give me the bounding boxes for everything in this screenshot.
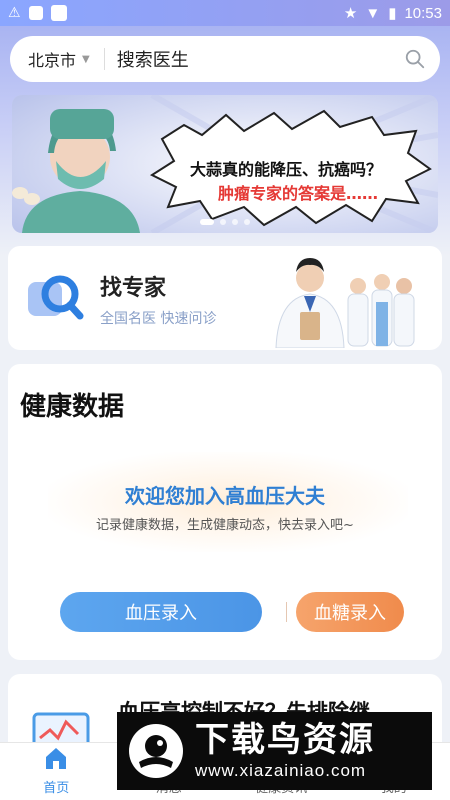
button-divider (286, 602, 287, 622)
watermark: 下载鸟资源 www.xiazainiao.com (117, 712, 432, 790)
blood-sugar-entry-button[interactable]: 血糖录入 (296, 592, 404, 632)
banner-pager[interactable] (12, 219, 438, 225)
pager-dot[interactable] (244, 219, 250, 225)
promo-banner[interactable]: 大蒜真的能降压、抗癌吗？ 肿瘤专家的答案是…… (12, 95, 438, 233)
watermark-logo-icon (129, 724, 183, 778)
city-label: 北京市 (28, 51, 77, 70)
battery-icon: ▮ (388, 5, 397, 22)
dropdown-arrow-icon: ▼ (82, 53, 90, 65)
banner-headline-2: 肿瘤专家的答案是…… (218, 184, 378, 203)
search-divider (103, 48, 105, 70)
city-selector[interactable]: 北京市 ▼ (28, 47, 90, 71)
notification-icon (28, 6, 43, 20)
watermark-text: 下载鸟资源 (195, 720, 375, 760)
pager-dot[interactable] (232, 219, 238, 225)
banner-headline-1: 大蒜真的能降压、抗癌吗？ (190, 160, 382, 179)
expert-card-title: 找专家 (100, 276, 167, 301)
find-expert-card[interactable]: 找专家 全国名医 快速问诊 (8, 246, 442, 350)
health-data-card: 健康数据 欢迎您加入高血压大夫 记录健康数据，生成健康动态，快去录入吧~ 血压录… (8, 364, 442, 660)
status-time: 10:53 (404, 4, 442, 22)
pager-dot[interactable] (220, 219, 226, 225)
search-bar[interactable]: 北京市 ▼ 搜索医生 (10, 36, 440, 82)
app-icon (50, 5, 67, 21)
warning-icon: ⚠ (8, 5, 21, 21)
health-card-title: 健康数据 (20, 392, 125, 422)
watermark-url: www.xiazainiao.com (195, 761, 367, 780)
blood-pressure-entry-button[interactable]: 血压录入 (60, 592, 262, 632)
home-icon (46, 748, 67, 769)
welcome-subtitle: 记录健康数据，生成健康动态，快去录入吧~ (96, 518, 354, 533)
banner-illustration: 大蒜真的能降压、抗癌吗？ 肿瘤专家的答案是…… (12, 95, 438, 233)
star-icon: ★ (343, 5, 358, 22)
expert-search-icon (28, 275, 84, 320)
search-icon[interactable] (404, 48, 426, 70)
nav-home[interactable]: 首页 (0, 743, 113, 800)
pager-dot[interactable] (200, 219, 214, 225)
search-input[interactable]: 搜索医生 (117, 46, 404, 72)
wifi-icon: ▼ (365, 4, 381, 22)
welcome-heading: 欢迎您加入高血压大夫 (125, 484, 325, 508)
doctors-illustration (275, 258, 415, 348)
expert-card-subtitle: 全国名医 快速问诊 (100, 311, 217, 327)
nav-home-label: 首页 (43, 781, 70, 796)
status-bar: ⚠ ★ ▼ ▮ 10:53 (0, 0, 450, 26)
